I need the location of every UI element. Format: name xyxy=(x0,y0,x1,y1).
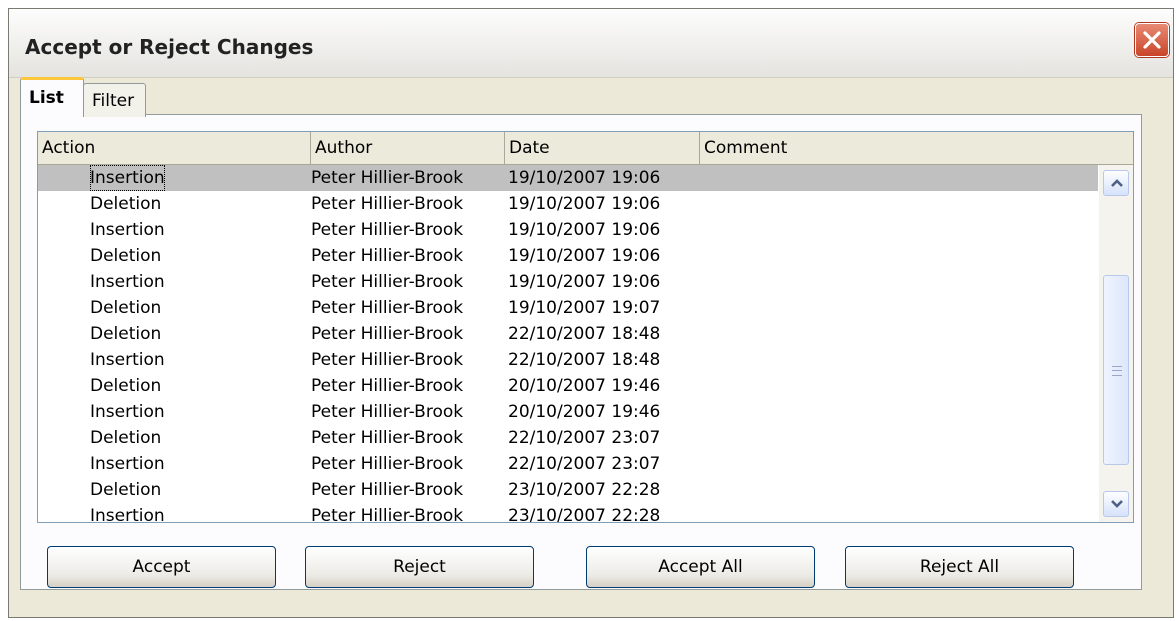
cell-action: Insertion xyxy=(90,506,165,523)
dialog-title: Accept or Reject Changes xyxy=(25,35,314,59)
chevron-down-icon xyxy=(1111,500,1123,508)
tab-filter-label: Filter xyxy=(92,91,135,111)
cell-date: 19/10/2007 19:07 xyxy=(508,298,661,318)
table-row[interactable]: Insertion Peter Hillier-Brook 22/10/2007… xyxy=(38,451,1098,477)
cell-date: 19/10/2007 19:06 xyxy=(508,194,661,214)
cell-author: Peter Hillier-Brook xyxy=(311,220,464,240)
cell-action: Insertion xyxy=(90,350,165,370)
cell-author: Peter Hillier-Brook xyxy=(311,506,464,523)
cell-date: 20/10/2007 19:46 xyxy=(508,376,661,396)
cell-action: Deletion xyxy=(90,194,162,214)
cell-date: 22/10/2007 23:07 xyxy=(508,454,661,474)
cell-action: Deletion xyxy=(90,298,162,318)
cell-date: 22/10/2007 18:48 xyxy=(508,324,661,344)
table-row[interactable]: Insertion Peter Hillier-Brook 20/10/2007… xyxy=(38,399,1098,425)
table-row[interactable]: Insertion Peter Hillier-Brook 19/10/2007… xyxy=(38,165,1098,191)
cell-action: Insertion xyxy=(90,165,165,191)
cell-author: Peter Hillier-Brook xyxy=(311,350,464,370)
close-icon xyxy=(1143,31,1161,49)
table-row[interactable]: Insertion Peter Hillier-Brook 23/10/2007… xyxy=(38,503,1098,523)
table-row[interactable]: Deletion Peter Hillier-Brook 19/10/2007 … xyxy=(38,243,1098,269)
cell-author: Peter Hillier-Brook xyxy=(311,298,464,318)
table-row[interactable]: Deletion Peter Hillier-Brook 22/10/2007 … xyxy=(38,425,1098,451)
column-header-date[interactable]: Date xyxy=(505,132,700,164)
cell-date: 19/10/2007 19:06 xyxy=(508,272,661,292)
tab-filter[interactable]: Filter xyxy=(83,83,146,117)
cell-date: 19/10/2007 19:06 xyxy=(508,168,661,188)
reject-button[interactable]: Reject xyxy=(305,546,534,588)
accept-button[interactable]: Accept xyxy=(47,546,276,588)
table-row[interactable]: Deletion Peter Hillier-Brook 22/10/2007 … xyxy=(38,321,1098,347)
cell-date: 22/10/2007 23:07 xyxy=(508,428,661,448)
table-row[interactable]: Deletion Peter Hillier-Brook 23/10/2007 … xyxy=(38,477,1098,503)
cell-author: Peter Hillier-Brook xyxy=(311,324,464,344)
cell-action: Deletion xyxy=(90,480,162,500)
table-row[interactable]: Deletion Peter Hillier-Brook 19/10/2007 … xyxy=(38,295,1098,321)
grip-icon xyxy=(1112,366,1122,376)
cell-date: 23/10/2007 22:28 xyxy=(508,480,661,500)
reject-all-button[interactable]: Reject All xyxy=(845,546,1074,588)
scroll-down-button[interactable] xyxy=(1103,491,1129,517)
cell-date: 23/10/2007 22:28 xyxy=(508,506,661,523)
cell-author: Peter Hillier-Brook xyxy=(311,376,464,396)
table-row[interactable]: Deletion Peter Hillier-Brook 19/10/2007 … xyxy=(38,191,1098,217)
cell-date: 19/10/2007 19:06 xyxy=(508,246,661,266)
cell-action: Deletion xyxy=(90,324,162,344)
close-button[interactable] xyxy=(1135,23,1169,57)
table-row[interactable]: Insertion Peter Hillier-Brook 22/10/2007… xyxy=(38,347,1098,373)
cell-date: 20/10/2007 19:46 xyxy=(508,402,661,422)
cell-author: Peter Hillier-Brook xyxy=(311,402,464,422)
vertical-scrollbar[interactable] xyxy=(1099,165,1133,522)
column-header-action[interactable]: Action xyxy=(38,132,311,164)
column-header-author[interactable]: Author xyxy=(311,132,505,164)
cell-action: Deletion xyxy=(90,376,162,396)
title-bar[interactable]: Accept or Reject Changes xyxy=(9,9,1173,78)
cell-author: Peter Hillier-Brook xyxy=(311,480,464,500)
accept-all-button[interactable]: Accept All xyxy=(586,546,815,588)
cell-action: Insertion xyxy=(90,272,165,292)
cell-author: Peter Hillier-Brook xyxy=(311,428,464,448)
cell-action: Insertion xyxy=(90,402,165,422)
tab-list[interactable]: List xyxy=(20,77,84,115)
table-row[interactable]: Insertion Peter Hillier-Brook 19/10/2007… xyxy=(38,217,1098,243)
cell-author: Peter Hillier-Brook xyxy=(311,168,464,188)
table-row[interactable]: Deletion Peter Hillier-Brook 20/10/2007 … xyxy=(38,373,1098,399)
cell-date: 22/10/2007 18:48 xyxy=(508,350,661,370)
table-row[interactable]: Insertion Peter Hillier-Brook 19/10/2007… xyxy=(38,269,1098,295)
cell-action: Insertion xyxy=(90,220,165,240)
cell-author: Peter Hillier-Brook xyxy=(311,272,464,292)
cell-author: Peter Hillier-Brook xyxy=(311,194,464,214)
changes-list[interactable]: Action Author Date Comment Insertion Pet… xyxy=(37,131,1134,523)
scroll-up-button[interactable] xyxy=(1103,170,1129,196)
tab-list-label: List xyxy=(29,88,64,108)
column-header-comment[interactable]: Comment xyxy=(700,132,1133,164)
cell-action: Deletion xyxy=(90,246,162,266)
chevron-up-icon xyxy=(1111,179,1123,187)
cell-author: Peter Hillier-Brook xyxy=(311,454,464,474)
cell-action: Deletion xyxy=(90,428,162,448)
cell-action: Insertion xyxy=(90,454,165,474)
cell-author: Peter Hillier-Brook xyxy=(311,246,464,266)
cell-date: 19/10/2007 19:06 xyxy=(508,220,661,240)
scroll-thumb[interactable] xyxy=(1103,275,1129,465)
list-header: Action Author Date Comment xyxy=(38,132,1133,165)
